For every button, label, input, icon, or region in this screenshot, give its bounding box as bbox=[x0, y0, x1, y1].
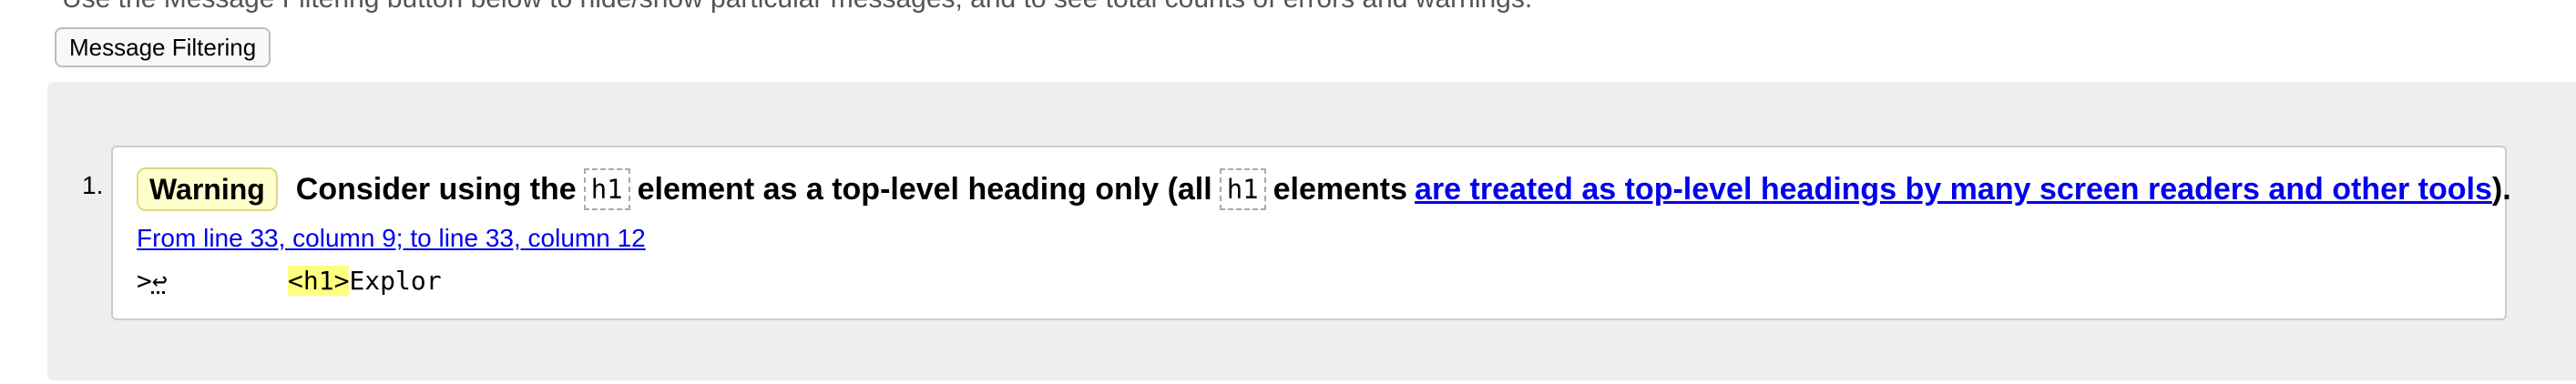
message-card: Warning Consider using the h1 element as… bbox=[111, 146, 2511, 320]
validator-page: Use the Message Filtering button below t… bbox=[0, 0, 2576, 384]
screen-readers-link[interactable]: are treated as top-level headings by man… bbox=[1415, 172, 2492, 207]
code-h1-first: h1 bbox=[583, 168, 630, 210]
message-text-part-1: Consider using the bbox=[295, 171, 577, 207]
extract-highlight: <h1> bbox=[288, 266, 350, 296]
message-text-end: ). bbox=[2491, 171, 2511, 207]
intro-text: Use the Message Filtering button below t… bbox=[62, 0, 1532, 15]
extract-after: Explor bbox=[349, 266, 442, 296]
message-text-part-2: element as a top-level heading only (all bbox=[637, 171, 1212, 207]
message-text-part-3: elements bbox=[1273, 171, 1408, 207]
source-extract: >↩ <h1> Explor bbox=[137, 266, 442, 296]
extract-prefix: >↩ bbox=[137, 266, 288, 296]
linefeed-icon: ↩ bbox=[151, 266, 168, 296]
warning-badge: Warning bbox=[137, 167, 278, 211]
message-text: Warning Consider using the h1 element as… bbox=[137, 167, 2511, 211]
extract-gt: > bbox=[137, 266, 152, 296]
source-location-link[interactable]: From line 33, column 9; to line 33, colu… bbox=[137, 224, 646, 253]
message-filtering-button[interactable]: Message Filtering bbox=[55, 27, 271, 67]
message-number: 1. bbox=[82, 171, 104, 199]
code-h1-second: h1 bbox=[1219, 168, 1266, 210]
